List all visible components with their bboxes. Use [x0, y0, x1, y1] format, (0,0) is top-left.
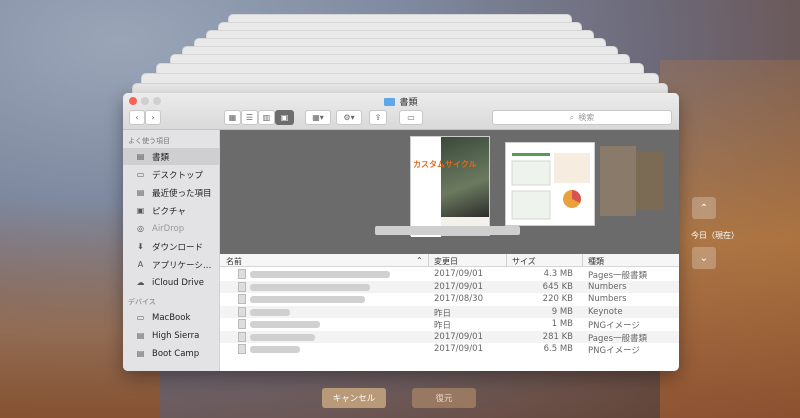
file-name-redacted: [250, 321, 320, 328]
cover-image[interactable]: [636, 152, 664, 210]
list-icon: ☰: [245, 113, 254, 122]
downloads-icon: ⬇: [137, 242, 144, 251]
table-row[interactable]: 昨日 1 MB PNGイメージ: [220, 318, 679, 331]
columns-icon: ▥: [262, 113, 271, 122]
sidebar-item-icloud-drive[interactable]: ☁ iCloud Drive: [123, 274, 220, 291]
titlebar: 書類 ‹ › ▦ ☰ ▥ ▣ ▦▾ ⚙▾ ⇪ ▭ ⌕ 検索: [123, 93, 679, 130]
cover-spreadsheet[interactable]: [505, 142, 595, 226]
documents-icon: ▤: [136, 152, 145, 161]
restore-button[interactable]: 復元: [412, 388, 476, 408]
view-icons-button[interactable]: ▦: [224, 110, 241, 125]
sidebar-item-downloads[interactable]: ⬇ ダウンロード: [123, 238, 220, 255]
sidebar-item-high-sierra[interactable]: ▤ High Sierra: [123, 327, 220, 344]
file-icon: [238, 294, 246, 304]
share-icon: ⇪: [374, 113, 382, 122]
file-name-redacted: [250, 346, 300, 353]
airdrop-icon: ◎: [137, 224, 144, 233]
file-name-redacted: [250, 333, 315, 341]
devices-header: デバイス: [128, 298, 156, 306]
group-button[interactable]: ▦▾: [305, 110, 331, 125]
grid-icon: ▦: [228, 113, 237, 122]
disk-icon: ▤: [136, 349, 145, 358]
file-name-redacted: [250, 283, 370, 291]
sort-indicator-icon: ⌃: [416, 256, 423, 265]
chevron-up-icon: ⌃: [699, 202, 709, 214]
cover-document[interactable]: カスタムサイクル: [410, 136, 490, 237]
desktop-icon: ▭: [136, 170, 145, 179]
forward-button[interactable]: ›: [145, 110, 161, 125]
tag-button[interactable]: ▭: [399, 110, 423, 125]
sidebar-item-macbook[interactable]: ▭ MacBook: [123, 309, 220, 326]
finder-window: 書類 ‹ › ▦ ☰ ▥ ▣ ▦▾ ⚙▾ ⇪ ▭ ⌕ 検索 よく使う項目 ▤ 書…: [123, 93, 679, 371]
sidebar-item-documents[interactable]: ▤ 書類: [123, 148, 220, 165]
applications-icon: A: [137, 260, 144, 269]
favorites-header: よく使う項目: [128, 137, 170, 145]
file-icon: [238, 269, 246, 279]
table-row[interactable]: 2017/09/01 645 KB Numbers: [220, 280, 679, 293]
sidebar-item-recents[interactable]: ▤ 最近使った項目: [123, 184, 220, 201]
view-list-button[interactable]: ☰: [241, 110, 258, 125]
disk-icon: ▤: [136, 331, 145, 340]
file-name-redacted: [250, 271, 390, 278]
cover-image[interactable]: [600, 146, 636, 216]
sidebar: よく使う項目 ▤ 書類 ▭ デスクトップ ▤ 最近使った項目 ▣ ピクチャ ◎ …: [123, 130, 220, 371]
file-icon: [238, 319, 246, 329]
column-kind[interactable]: 種類: [588, 256, 604, 267]
window-title: 書類: [123, 95, 679, 108]
folder-icon: [384, 98, 396, 106]
table-row[interactable]: 2017/09/01 6.5 MB PNGイメージ: [220, 343, 679, 356]
coverflow-preview[interactable]: カスタムサイクル: [220, 130, 679, 254]
group-icon: ▦▾: [312, 113, 324, 122]
search-field[interactable]: ⌕ 検索: [492, 110, 672, 125]
recents-icon: ▤: [136, 188, 145, 197]
list-header: 名前 ⌃ 変更日 サイズ 種類: [220, 254, 679, 267]
sidebar-item-applications[interactable]: A アプリケーシ…: [123, 256, 220, 273]
column-size[interactable]: サイズ: [512, 256, 536, 267]
sidebar-item-pictures[interactable]: ▣ ピクチャ: [123, 202, 220, 219]
search-icon: ⌕: [569, 112, 575, 122]
file-icon: [238, 344, 246, 354]
chevron-down-icon: ⌄: [699, 252, 709, 264]
table-row[interactable]: 2017/08/30 220 KB Numbers: [220, 293, 679, 306]
pictures-icon: ▣: [136, 206, 145, 215]
cover-title: カスタムサイクル: [413, 160, 477, 169]
timeline-label: 今日（現在）: [691, 231, 739, 240]
view-coverflow-button[interactable]: ▣: [275, 110, 294, 125]
file-icon: [238, 306, 246, 317]
action-button[interactable]: ⚙▾: [336, 110, 362, 125]
file-name-redacted: [250, 296, 365, 303]
view-columns-button[interactable]: ▥: [258, 110, 275, 125]
column-name[interactable]: 名前: [226, 256, 242, 267]
spreadsheet-thumbnail: [511, 153, 590, 220]
time-back-button[interactable]: ⌃: [692, 197, 716, 219]
cloud-icon: ☁: [136, 278, 145, 287]
column-date[interactable]: 変更日: [434, 256, 458, 267]
file-name-redacted: [250, 308, 290, 316]
cover-filename: [375, 226, 520, 235]
file-icon: [238, 281, 246, 292]
table-row[interactable]: 昨日 9 MB Keynote: [220, 305, 679, 319]
back-button[interactable]: ‹: [129, 110, 145, 125]
table-row[interactable]: 2017/09/01 281 KB Pages一般書類: [220, 330, 679, 344]
cover-photo: [441, 137, 489, 217]
cancel-button[interactable]: キャンセル: [322, 388, 386, 408]
coverflow-icon: ▣: [280, 113, 289, 122]
sidebar-item-desktop[interactable]: ▭ デスクトップ: [123, 166, 220, 183]
sidebar-item-boot-camp[interactable]: ▤ Boot Camp: [123, 345, 220, 362]
sidebar-item-airdrop[interactable]: ◎ AirDrop: [123, 220, 220, 237]
share-button[interactable]: ⇪: [369, 110, 387, 125]
gear-icon: ⚙▾: [343, 113, 355, 122]
table-row[interactable]: 2017/09/01 4.3 MB Pages一般書類: [220, 268, 679, 281]
tag-icon: ▭: [407, 113, 415, 122]
file-icon: [238, 331, 246, 342]
time-forward-button[interactable]: ⌄: [692, 247, 716, 269]
laptop-icon: ▭: [136, 313, 145, 322]
